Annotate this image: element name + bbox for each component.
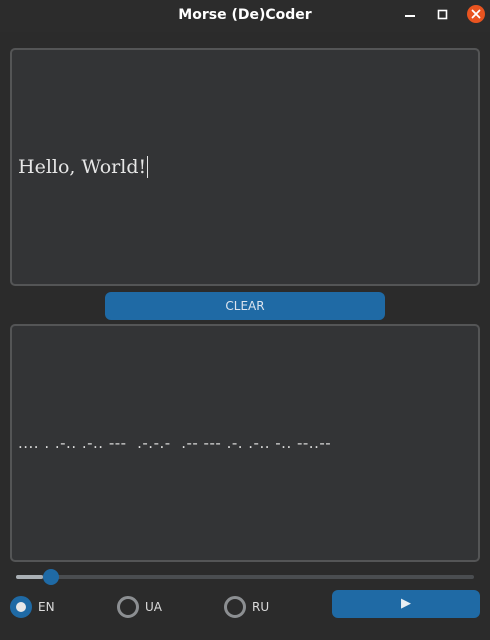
maximize-button[interactable] [429, 0, 457, 32]
language-radio-ua[interactable]: UA [117, 596, 162, 618]
play-icon: ▶ [401, 596, 411, 611]
language-radio-en[interactable]: EN [10, 596, 55, 618]
input-textbox[interactable]: Hello, World! [10, 48, 480, 286]
maximize-icon [437, 9, 448, 20]
minimize-button[interactable] [396, 0, 424, 32]
morse-output-text: .... . .-.. .-.. --- .-.-.- .-- --- .-. … [18, 434, 332, 452]
minimize-icon [405, 15, 415, 17]
slider-handle[interactable] [43, 569, 60, 585]
title-bar: Morse (De)Coder [0, 0, 490, 32]
output-textbox[interactable]: .... . .-.. .-.. --- .-.-.- .-- --- .-. … [10, 324, 480, 562]
input-text: Hello, World! [18, 156, 147, 178]
app-body: Hello, World! CLEAR .... . .-.. .-.. ---… [0, 32, 490, 640]
speed-slider[interactable] [16, 568, 474, 586]
slider-track [16, 575, 474, 579]
radio-label-ru: RU [252, 600, 270, 614]
radio-button-ru[interactable] [224, 596, 246, 618]
radio-button-en[interactable] [10, 596, 32, 618]
language-radio-ru[interactable]: RU [224, 596, 269, 618]
play-button[interactable]: ▶ [332, 590, 480, 618]
slider-fill [16, 575, 44, 579]
radio-label-en: EN [38, 600, 55, 614]
radio-label-ua: UA [145, 600, 162, 614]
close-button[interactable] [462, 0, 490, 32]
close-icon [467, 5, 485, 23]
text-cursor [147, 156, 149, 178]
clear-button[interactable]: CLEAR [105, 292, 385, 320]
radio-button-ua[interactable] [117, 596, 139, 618]
